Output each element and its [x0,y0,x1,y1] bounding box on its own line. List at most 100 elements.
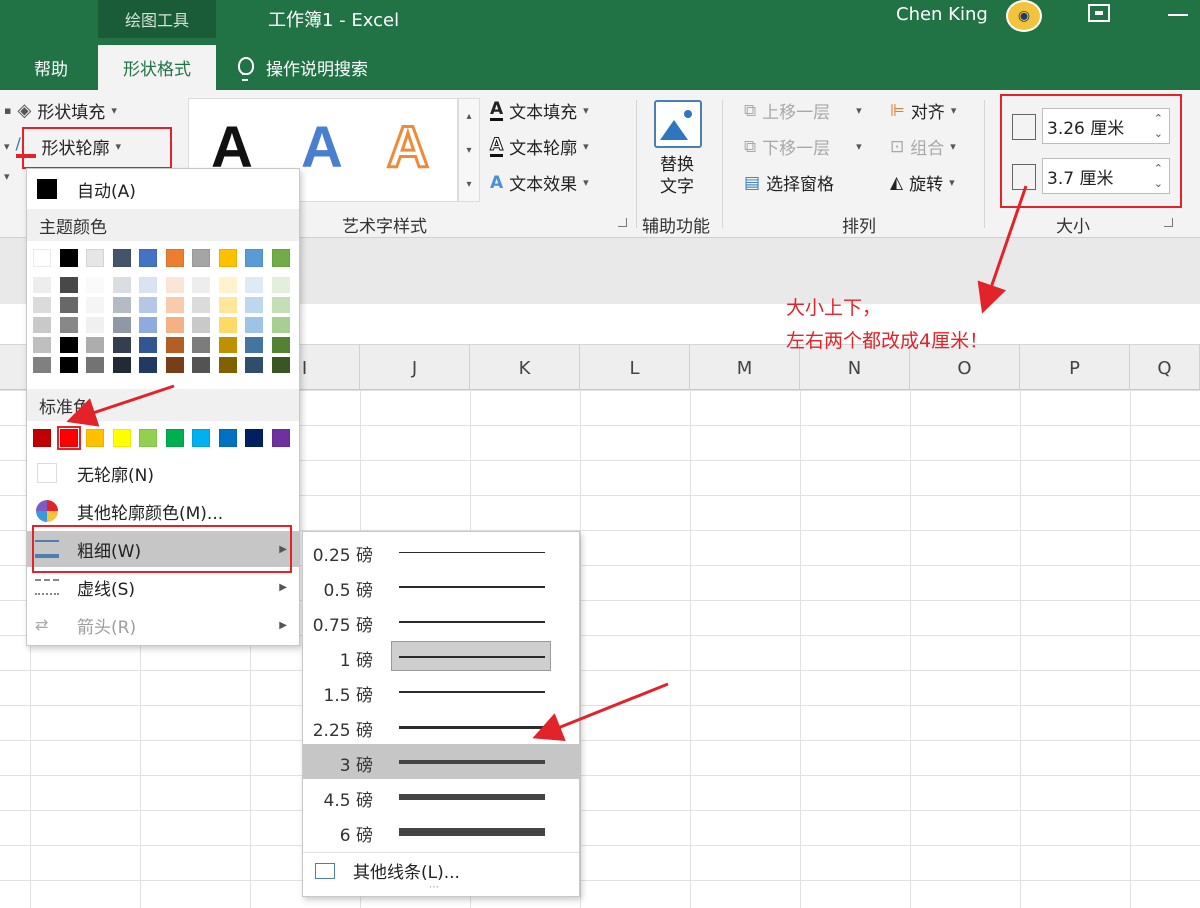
theme-color-shade[interactable] [139,337,157,353]
theme-color-shade[interactable] [139,357,157,373]
gallery-scroll[interactable]: ▴ ▾ ▾ [458,98,480,202]
theme-color-shade[interactable] [33,337,51,353]
wordart-style-orange-outline[interactable]: A [386,117,431,178]
gallery-more-icon[interactable]: ▾ [459,167,479,201]
menu-item-automatic[interactable]: 自动(A) [27,171,299,207]
standard-color-swatch[interactable] [56,426,81,450]
theme-color-shade[interactable] [59,337,78,353]
column-header[interactable]: K [470,345,580,391]
theme-color-shade[interactable] [33,297,51,313]
standard-color-swatch[interactable] [165,429,184,447]
theme-color-shade[interactable] [192,357,210,373]
theme-color-shade[interactable] [165,357,184,373]
alt-text-button[interactable]: 替换 文字 [660,154,694,198]
shape-outline-button[interactable]: ▾ ∕ 形状轮廓 ▾ [4,134,121,159]
theme-color-shade[interactable] [86,297,104,313]
theme-color-shade[interactable] [245,357,263,373]
send-backward-button[interactable]: ⧉ 下移一层 ▾ [744,134,862,160]
theme-color-swatch[interactable] [218,249,237,267]
theme-color-shade[interactable] [165,317,184,333]
theme-color-shade[interactable] [112,337,131,353]
tab-help[interactable]: 帮助 [34,45,68,90]
text-effects-button[interactable]: A 文本效果 ▾ [490,170,589,196]
column-header[interactable]: M [690,345,800,391]
theme-color-shade[interactable] [245,317,263,333]
weight-option[interactable]: 0.25 磅 [303,534,579,569]
theme-color-shade[interactable] [112,297,131,313]
theme-color-shade[interactable] [245,337,263,353]
standard-color-swatch[interactable] [271,429,290,447]
standard-color-swatch[interactable] [245,429,263,447]
theme-color-shade[interactable] [192,317,210,333]
shape-fill-button[interactable]: ▪ ◈ 形状填充 ▾ [4,98,117,123]
standard-color-swatch[interactable] [218,429,237,447]
theme-color-swatch[interactable] [86,249,104,267]
theme-color-shade[interactable] [139,277,157,293]
ribbon-display-options-icon[interactable] [1088,4,1110,22]
width-spinner-icon[interactable]: ⌃ ⌄ [1154,161,1163,191]
theme-color-shade[interactable] [112,317,131,333]
theme-color-shade[interactable] [192,337,210,353]
theme-color-shade[interactable] [271,317,290,333]
theme-color-shade[interactable] [271,337,290,353]
menu-item-weight[interactable]: 粗细(W) ▶ [27,531,299,567]
column-header[interactable]: P [1020,345,1130,391]
rotate-button[interactable]: ◭ 旋转 ▾ [890,170,955,196]
theme-color-shade[interactable] [192,277,210,293]
theme-color-shade[interactable] [218,297,237,313]
tell-me-search[interactable]: 操作说明搜索 [236,45,368,90]
weight-option[interactable]: 0.75 磅 [303,604,579,639]
weight-option[interactable]: 2.25 磅 [303,709,579,744]
align-button[interactable]: ⊫ 对齐 ▾ [890,98,956,124]
theme-color-shade[interactable] [192,297,210,313]
theme-color-swatch[interactable] [192,249,210,267]
text-outline-button[interactable]: A 文本轮廓 ▾ [489,134,588,160]
standard-color-swatch[interactable] [33,429,51,447]
theme-color-shade[interactable] [86,317,104,333]
theme-color-shade[interactable] [218,317,237,333]
selection-pane-button[interactable]: ▤ 选择窗格 [744,170,834,196]
theme-color-shade[interactable] [139,297,157,313]
theme-color-swatch[interactable] [165,249,184,267]
menu-item-arrows[interactable]: ⇄ 箭头(R) ▶ [27,607,299,643]
theme-color-shade[interactable] [245,297,263,313]
weight-option[interactable]: 1 磅 [303,639,579,674]
menu-item-no-outline[interactable]: 无轮廓(N) [27,455,299,491]
shape-height-input[interactable]: 3.26 厘米 ⌃ ⌄ [1042,108,1170,144]
theme-color-swatch[interactable] [271,249,290,267]
standard-color-swatch[interactable] [112,429,131,447]
weight-option[interactable]: 6 磅 [303,814,579,849]
wordart-dialog-launcher-icon[interactable] [618,218,627,227]
text-fill-button[interactable]: A 文本填充 ▾ [490,98,589,123]
standard-color-swatch[interactable] [86,429,104,447]
shape-width-input[interactable]: 3.7 厘米 ⌃ ⌄ [1042,158,1170,194]
user-name[interactable]: Chen King [896,4,988,25]
theme-color-shade[interactable] [271,277,290,293]
column-header[interactable]: L [580,345,690,391]
alt-text-icon[interactable] [654,100,702,148]
theme-color-shade[interactable] [59,277,78,293]
theme-color-shade[interactable] [245,277,263,293]
tab-shape-format[interactable]: 形状格式 [98,45,216,90]
theme-color-shade[interactable] [271,297,290,313]
theme-color-swatch[interactable] [245,249,263,267]
theme-color-shade[interactable] [139,317,157,333]
standard-color-swatch[interactable] [192,429,210,447]
theme-color-shade[interactable] [33,317,51,333]
weight-option[interactable]: 4.5 磅 [303,779,579,814]
theme-color-swatch[interactable] [139,249,157,267]
theme-color-shade[interactable] [86,357,104,373]
theme-color-shade[interactable] [59,297,78,313]
theme-color-shade[interactable] [33,277,51,293]
theme-color-swatch[interactable] [59,249,78,267]
shape-effects-caret[interactable]: ▾ [4,170,10,183]
theme-color-shade[interactable] [59,357,78,373]
theme-color-swatch[interactable] [112,249,131,267]
theme-color-swatch[interactable] [33,249,51,267]
height-spinner-icon[interactable]: ⌃ ⌄ [1154,111,1163,141]
theme-color-shade[interactable] [165,297,184,313]
theme-color-shade[interactable] [112,357,131,373]
theme-color-shade[interactable] [59,317,78,333]
minimize-icon[interactable] [1168,14,1188,16]
weight-option[interactable]: 3 磅 [303,744,579,779]
